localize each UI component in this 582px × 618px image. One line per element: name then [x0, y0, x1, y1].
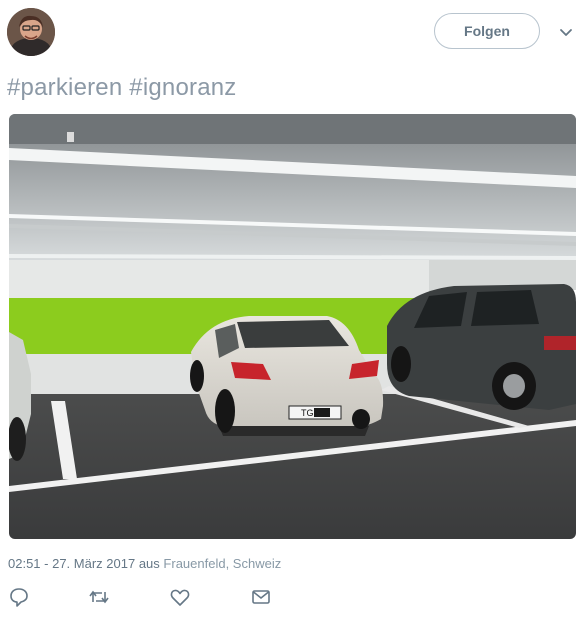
heart-icon[interactable]: [169, 586, 191, 608]
tweet-text: #parkieren #ignoranz: [7, 74, 237, 102]
tweet-timestamp[interactable]: 02:51 - 27. März 2017: [8, 556, 135, 571]
follow-button[interactable]: Folgen: [434, 13, 540, 49]
parking-garage-photo: TG: [9, 114, 576, 539]
chevron-down-icon[interactable]: [556, 22, 576, 42]
tweet-header: Folgen: [0, 0, 582, 64]
source-prefix: aus: [138, 556, 160, 571]
retweet-icon[interactable]: [88, 586, 110, 608]
tweet-actions: [0, 584, 582, 610]
location-link[interactable]: Frauenfeld, Schweiz: [163, 556, 281, 571]
mail-icon[interactable]: [250, 586, 272, 608]
hashtag-link[interactable]: #ignoranz: [129, 74, 236, 101]
user-avatar[interactable]: [7, 8, 55, 56]
reply-icon[interactable]: [8, 586, 30, 608]
license-plate-text: TG: [301, 408, 314, 418]
tweet-meta: 02:51 - 27. März 2017 aus Frauenfeld, Sc…: [8, 556, 281, 571]
tweet-photo[interactable]: TG: [9, 114, 576, 539]
hashtag-link[interactable]: #parkieren: [7, 74, 122, 101]
